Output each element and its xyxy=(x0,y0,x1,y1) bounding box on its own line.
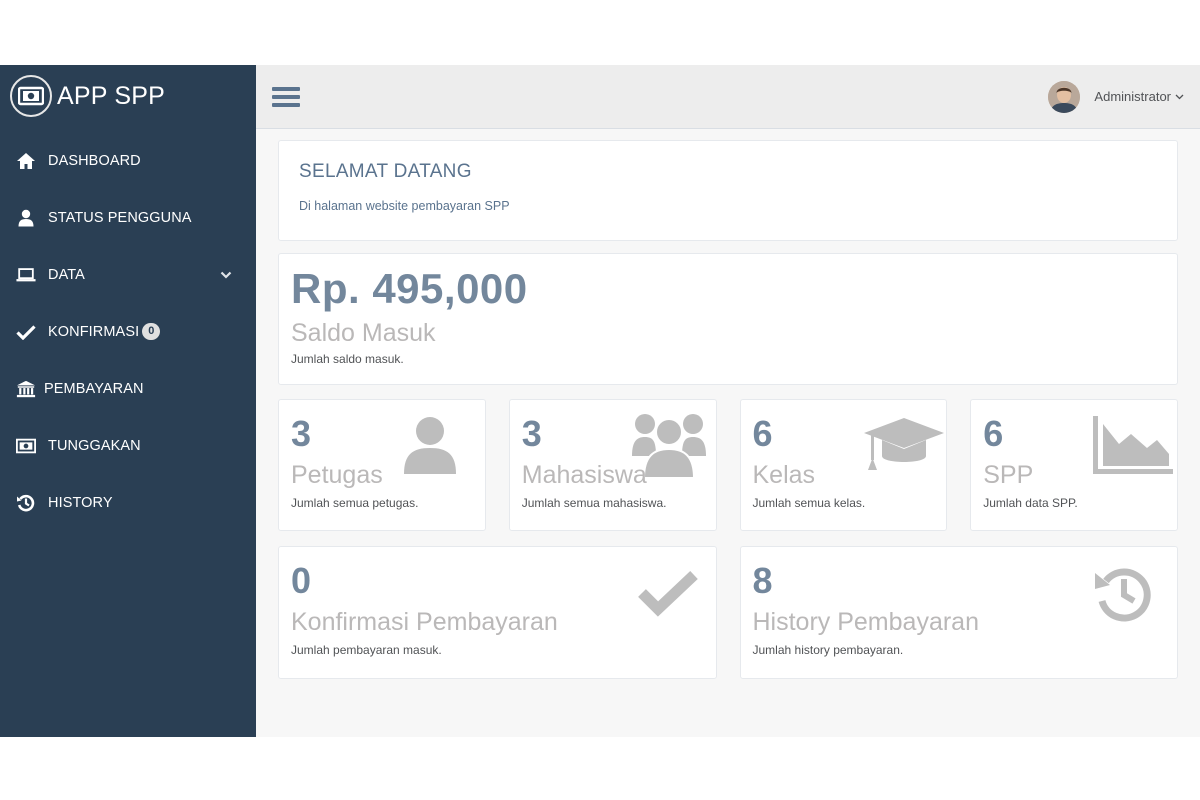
check-icon xyxy=(16,322,36,342)
saldo-amount: Rp. 495,000 xyxy=(291,265,528,312)
welcome-subtitle: Di halaman website pembayaran SPP xyxy=(299,199,510,213)
laptop-icon xyxy=(16,265,36,285)
stats-row-2: 0 Konfirmasi Pembayaran Jumlah pembayara… xyxy=(278,546,1178,679)
sidebar-item-konfirmasi[interactable]: KONFIRMASI 0 xyxy=(0,303,256,360)
sidebar-item-history[interactable]: HISTORY xyxy=(0,474,256,531)
chevron-down-icon xyxy=(1175,94,1184,100)
tile-konfirmasi-pembayaran[interactable]: 0 Konfirmasi Pembayaran Jumlah pembayara… xyxy=(278,546,717,679)
sidebar-item-label: DATA xyxy=(48,266,85,283)
tile-name: History Pembayaran xyxy=(752,608,979,636)
tile-spp[interactable]: 6 SPP Jumlah data SPP. xyxy=(970,399,1178,531)
stats-row: 3 Petugas Jumlah semua petugas. 3 Mahasi… xyxy=(278,399,1178,531)
sidebar-item-label: STATUS PENGGUNA xyxy=(48,209,192,226)
welcome-panel: SELAMAT DATANG Di halaman website pembay… xyxy=(278,140,1178,241)
user-menu[interactable]: Administrator xyxy=(1048,80,1184,113)
welcome-title: SELAMAT DATANG xyxy=(299,161,472,182)
konfirmasi-badge: 0 xyxy=(142,323,161,340)
tile-kelas[interactable]: 6 Kelas Jumlah semua kelas. xyxy=(739,399,948,531)
saldo-desc: Jumlah saldo masuk. xyxy=(291,352,404,366)
tile-name: Kelas xyxy=(752,461,816,489)
tile-petugas[interactable]: 3 Petugas Jumlah semua petugas. xyxy=(278,399,486,531)
dashboard-content: SELAMAT DATANG Di halaman website pembay… xyxy=(256,129,1200,679)
sidebar-item-data[interactable]: DATA xyxy=(0,246,256,303)
menu-toggle-button[interactable] xyxy=(272,85,300,109)
money-icon xyxy=(10,75,52,117)
sidebar-item-pembayaran[interactable]: PEMBAYARAN xyxy=(0,360,256,417)
tile-desc: Jumlah data SPP. xyxy=(983,496,1078,510)
hamburger-bar xyxy=(272,94,300,99)
saldo-panel: Rp. 495,000 Saldo Masuk Jumlah saldo mas… xyxy=(278,253,1178,385)
brand[interactable]: APP SPP xyxy=(0,65,256,127)
tile-desc: Jumlah pembayaran masuk. xyxy=(291,643,442,657)
app-shell: APP SPP DASHBOARD STATUS PENGGUNA DATA K… xyxy=(0,65,1200,737)
hamburger-bar xyxy=(272,102,300,107)
tile-history-pembayaran[interactable]: 8 History Pembayaran Jumlah history pemb… xyxy=(739,546,1178,679)
main-area: Administrator SELAMAT DATANG Di halaman … xyxy=(256,65,1200,737)
chevron-down-icon[interactable] xyxy=(220,267,232,283)
sidebar-item-status-pengguna[interactable]: STATUS PENGGUNA xyxy=(0,189,256,246)
sidebar-item-label: PEMBAYARAN xyxy=(44,380,144,397)
tile-name: Mahasiswa xyxy=(521,461,647,489)
tile-desc: Jumlah semua kelas. xyxy=(752,496,866,510)
tile-desc: Jumlah semua petugas. xyxy=(291,496,419,510)
sidebar-item-label: TUNGGAKAN xyxy=(48,437,141,454)
tile-mahasiswa[interactable]: 3 Mahasiswa Jumlah semua mahasiswa. xyxy=(508,399,717,531)
history-icon xyxy=(16,493,36,513)
sidebar-item-label: KONFIRMASI xyxy=(48,323,140,340)
user-icon xyxy=(16,208,36,228)
tile-desc: Jumlah semua mahasiswa. xyxy=(521,496,667,510)
money-icon xyxy=(16,436,36,456)
sidebar-item-dashboard[interactable]: DASHBOARD xyxy=(0,132,256,189)
sidebar-item-label: DASHBOARD xyxy=(48,152,141,169)
sidebar-nav: DASHBOARD STATUS PENGGUNA DATA KONFIRMAS… xyxy=(0,132,256,531)
tile-desc: Jumlah history pembayaran. xyxy=(752,643,904,657)
top-nav: Administrator xyxy=(256,65,1200,129)
saldo-name: Saldo Masuk xyxy=(291,319,436,347)
tile-name: SPP xyxy=(983,461,1034,489)
user-name: Administrator xyxy=(1094,89,1171,104)
brand-title: APP SPP xyxy=(57,81,165,110)
tile-name: Petugas xyxy=(291,461,383,489)
sidebar: APP SPP DASHBOARD STATUS PENGGUNA DATA K… xyxy=(0,65,256,737)
hamburger-bar xyxy=(272,86,300,91)
sidebar-item-tunggakan[interactable]: TUNGGAKAN xyxy=(0,417,256,474)
tile-name: Konfirmasi Pembayaran xyxy=(291,608,558,636)
avatar xyxy=(1048,80,1081,113)
home-icon xyxy=(16,151,36,171)
bank-icon xyxy=(16,379,36,399)
sidebar-item-label: HISTORY xyxy=(48,494,113,511)
